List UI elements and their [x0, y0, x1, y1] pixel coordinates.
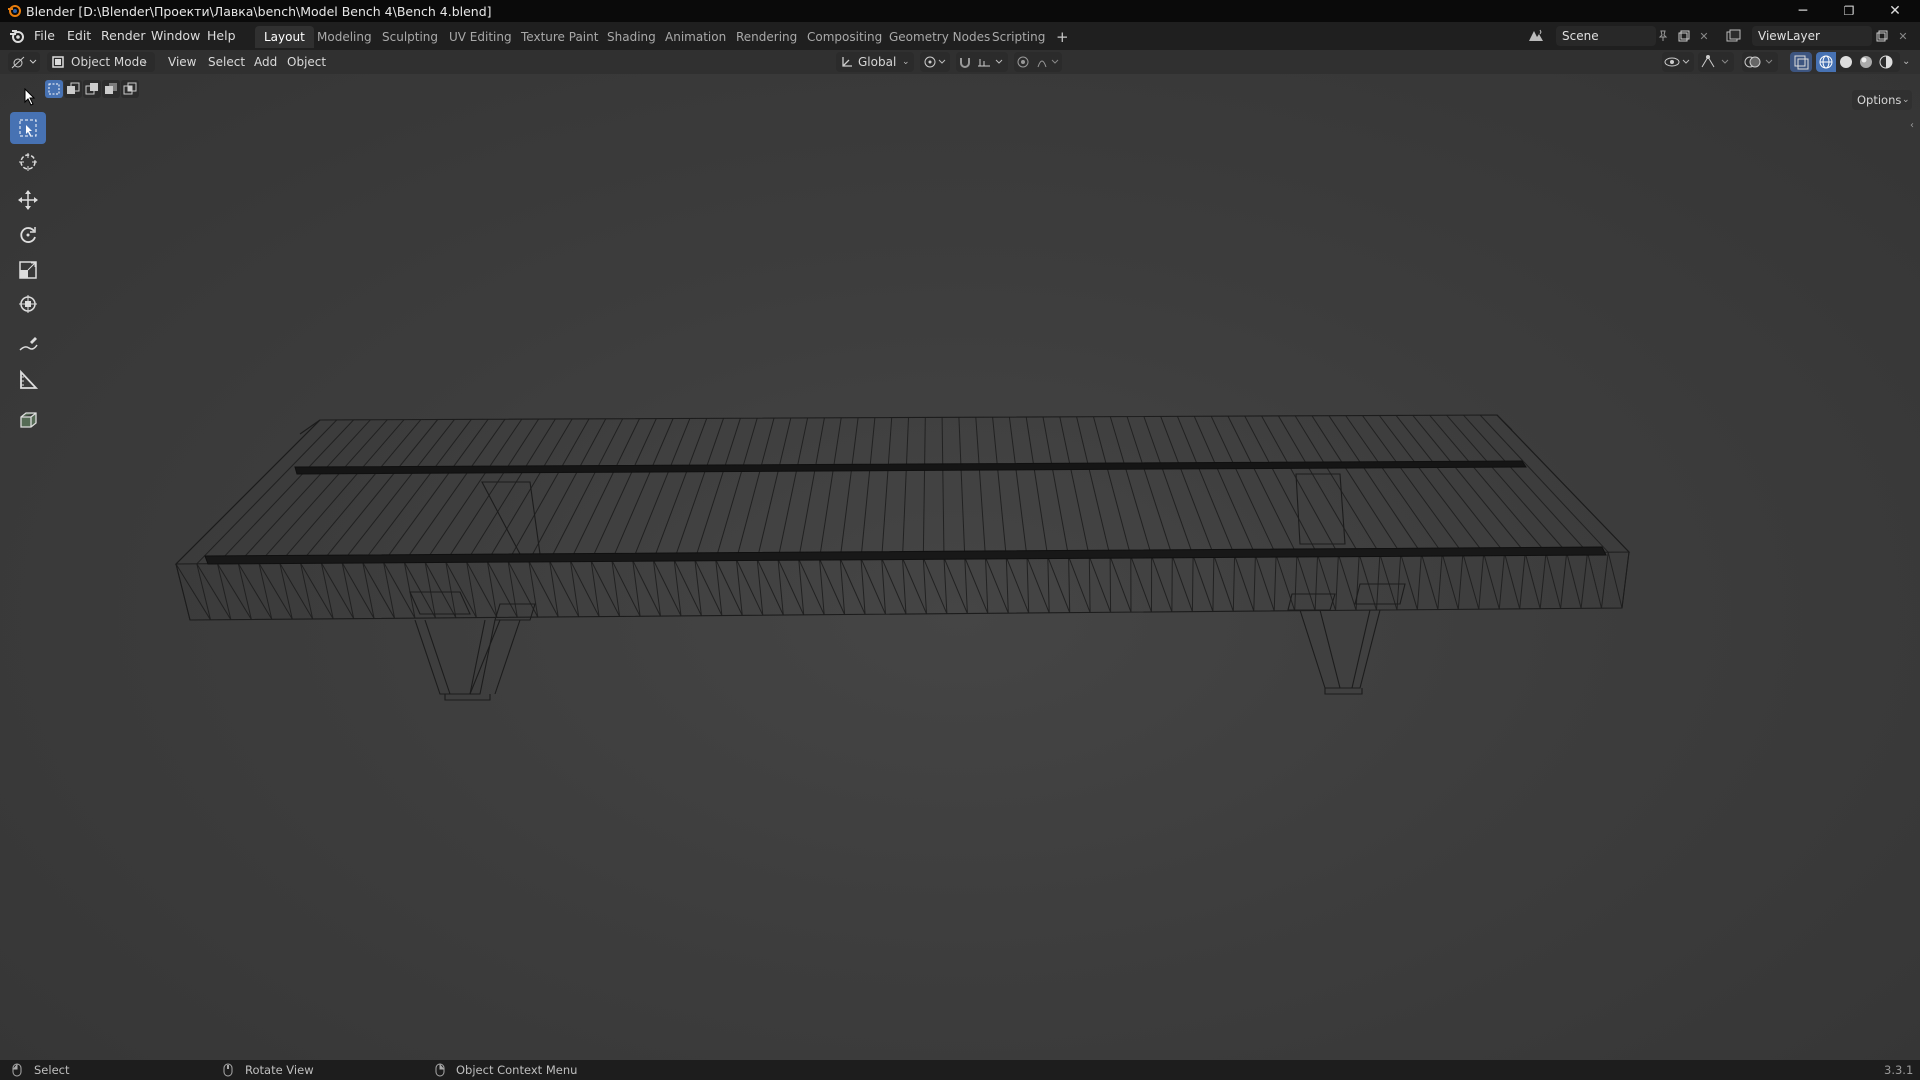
tab-texture-paint[interactable]: Texture Paint — [512, 26, 607, 48]
menu-object[interactable]: Object — [287, 52, 326, 72]
add-workspace-button[interactable]: + — [1047, 26, 1078, 48]
menu-add[interactable]: Add — [254, 52, 277, 72]
overlays-dropdown[interactable] — [1742, 52, 1778, 72]
tab-rendering[interactable]: Rendering — [727, 26, 806, 48]
shading-options-chevron-icon[interactable]: ⌄ — [1902, 52, 1916, 72]
menu-render[interactable]: Render — [101, 22, 146, 50]
minimize-button[interactable]: ─ — [1780, 0, 1826, 22]
gizmo-dropdown[interactable] — [1698, 52, 1734, 72]
mouse-middle-icon — [223, 1063, 233, 1080]
xray-toggle[interactable] — [1790, 52, 1812, 72]
orientation-axis-icon — [840, 55, 854, 73]
status-rotate-view: Rotate View — [245, 1063, 314, 1077]
window-title: Blender [D:\Blender\Проекти\Лавка\bench\… — [26, 3, 492, 19]
wireframe-shading-icon[interactable] — [1816, 52, 1836, 72]
scene-name: Scene — [1562, 29, 1599, 43]
delete-scene-icon[interactable]: ✕ — [1695, 27, 1713, 45]
mouse-right-icon — [435, 1063, 445, 1080]
chevron-down-icon: ⌄ — [141, 57, 149, 67]
tab-sculpting[interactable]: Sculpting — [373, 26, 447, 48]
view-layer-browse-icon[interactable] — [1725, 27, 1743, 45]
menu-view[interactable]: View — [168, 52, 196, 72]
status-context-menu: Object Context Menu — [456, 1063, 578, 1077]
menu-select[interactable]: Select — [208, 52, 245, 72]
shading-mode-group — [1816, 52, 1900, 72]
mouse-left-icon — [12, 1063, 22, 1080]
menu-help[interactable]: Help — [207, 22, 236, 50]
top-bar: File Edit Render Window Help Layout Mode… — [0, 22, 1920, 50]
chevron-down-icon: ⌄ — [902, 57, 910, 67]
bench-slat-lines — [175, 414, 1630, 621]
tab-layout[interactable]: Layout — [255, 26, 314, 48]
tab-modeling[interactable]: Modeling — [308, 26, 381, 48]
status-select: Select — [34, 1063, 70, 1077]
view-layer-field[interactable]: ViewLayer — [1752, 26, 1872, 46]
new-view-layer-icon[interactable] — [1873, 27, 1891, 45]
menu-window[interactable]: Window — [151, 22, 200, 50]
material-shading-icon[interactable] — [1856, 52, 1876, 72]
visibility-dropdown[interactable] — [1662, 52, 1694, 72]
status-bar: Select Rotate View Object Context Menu 3… — [0, 1060, 1920, 1080]
delete-view-layer-icon[interactable]: ✕ — [1894, 27, 1912, 45]
menu-file[interactable]: File — [34, 22, 55, 50]
pivot-point-dropdown[interactable] — [920, 52, 950, 72]
mode-dropdown[interactable]: Object Mode ⌄ — [47, 52, 155, 72]
orientation-dropdown[interactable]: Global ⌄ — [836, 52, 914, 72]
proportional-editing-dropdown[interactable] — [1014, 52, 1062, 72]
snap-dropdown[interactable] — [956, 52, 1008, 72]
blender-version: 3.3.1 — [1884, 1063, 1914, 1077]
orientation-label: Global — [858, 55, 897, 69]
title-bar: Blender [D:\Blender\Проекти\Лавка\bench\… — [0, 0, 1920, 22]
editor-type-dropdown[interactable] — [8, 52, 40, 72]
tab-geometry-nodes[interactable]: Geometry Nodes — [880, 26, 999, 48]
viewport-header: Object Mode ⌄ View Select Add Object Glo… — [0, 50, 1920, 74]
scene-browse-icon[interactable] — [1527, 27, 1545, 45]
bench-wireframe-mesh[interactable] — [0, 74, 1920, 1060]
restore-button[interactable]: ❐ — [1826, 0, 1872, 22]
tab-shading[interactable]: Shading — [598, 26, 665, 48]
blender-menu-icon[interactable] — [9, 28, 25, 44]
scene-field[interactable]: Scene — [1556, 26, 1656, 46]
view-layer-name: ViewLayer — [1758, 29, 1820, 43]
tab-scripting[interactable]: Scripting — [983, 26, 1054, 48]
object-mode-icon — [52, 56, 64, 68]
mode-label: Object Mode — [71, 55, 147, 69]
tab-compositing[interactable]: Compositing — [798, 26, 891, 48]
rendered-shading-icon[interactable] — [1876, 52, 1896, 72]
pin-scene-icon[interactable] — [1654, 27, 1672, 45]
3d-viewport[interactable]: Options ⌄ ‹ — [0, 74, 1920, 1060]
new-scene-icon[interactable] — [1675, 27, 1693, 45]
tab-uv-editing[interactable]: UV Editing — [440, 26, 521, 48]
solid-shading-icon[interactable] — [1836, 52, 1856, 72]
blender-logo-icon — [4, 1, 24, 21]
menu-edit[interactable]: Edit — [67, 22, 91, 50]
close-button[interactable]: ✕ — [1872, 0, 1918, 22]
tab-animation[interactable]: Animation — [656, 26, 735, 48]
